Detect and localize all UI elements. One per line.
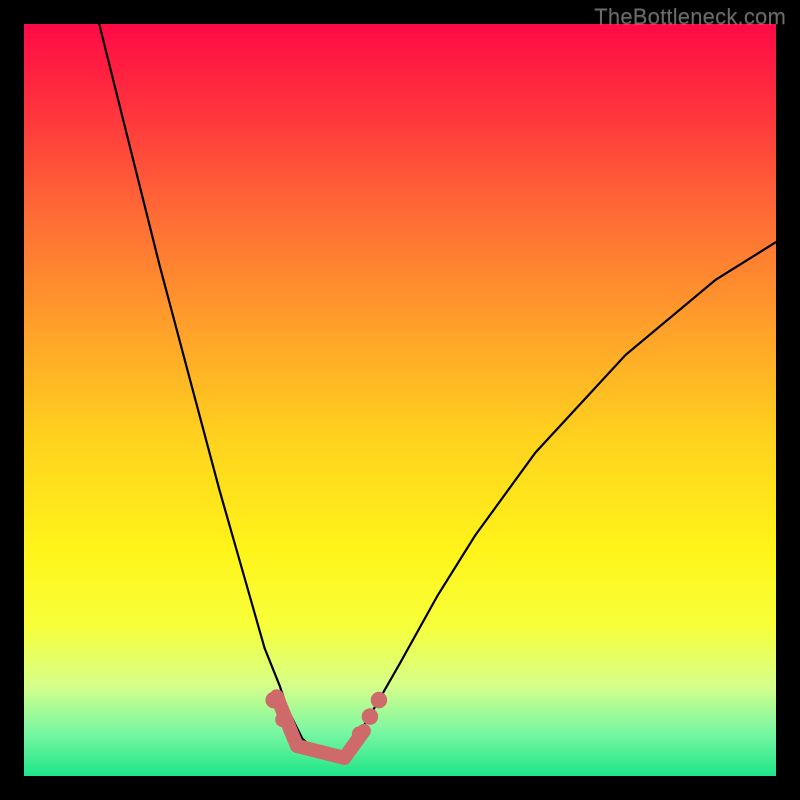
dot-left-lower [275,712,290,727]
seg-bottom [297,746,344,758]
dot-right-1 [352,726,367,741]
dot-right-2 [362,708,379,725]
dot-left-upper [265,692,282,709]
trough-highlight [277,696,364,758]
bottleneck-curve [99,24,776,758]
chart-plot-area [24,24,776,776]
chart-svg [24,24,776,776]
dot-right-3 [371,692,388,709]
watermark-text: TheBottleneck.com [594,4,786,30]
